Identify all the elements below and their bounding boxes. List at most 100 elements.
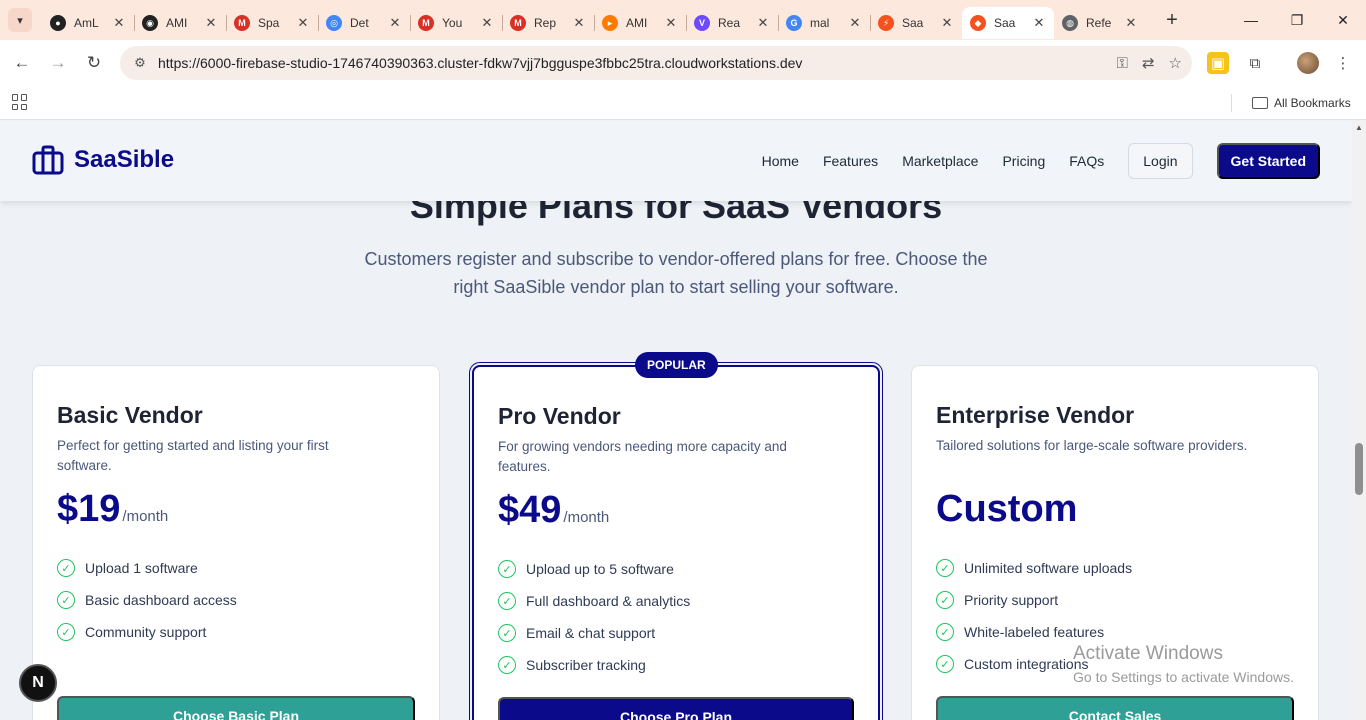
close-icon[interactable]: ✕ [112,15,126,31]
browser-tab[interactable]: ⚡ Saa ✕ [870,7,962,39]
extension-icon[interactable]: ▣ [1207,52,1229,74]
url-text[interactable]: https://6000-firebase-studio-17467403903… [158,55,802,71]
site-info-icon[interactable]: ⚙ [126,55,154,71]
check-circle-icon: ✓ [936,655,954,673]
tab-title: You [442,16,463,30]
google-icon: G [786,15,802,31]
scroll-thumb[interactable] [1355,443,1363,495]
omnibox-actions: ⚿ ⇄ ☆ [1117,46,1182,80]
browser-tab[interactable]: ● AmL ✕ [42,7,134,39]
check-circle-icon: ✓ [498,656,516,674]
nav-features[interactable]: Features [823,153,878,169]
reload-icon[interactable]: ↻ [80,49,108,77]
check-circle-icon: ✓ [936,559,954,577]
tab-title: mal [810,16,830,30]
nav-home[interactable]: Home [762,153,799,169]
gmail-icon: M [418,15,434,31]
feature-label: Email & chat support [526,625,656,641]
tab-title: Saa [994,16,1016,30]
tab-search-button[interactable]: ▾ [8,8,32,32]
menu-kebab-icon[interactable]: ⋮ [1332,52,1354,74]
extensions-puzzle-icon[interactable]: ⧉ [1244,52,1266,74]
nav-faqs[interactable]: FAQs [1069,153,1104,169]
check-circle-icon: ✓ [498,560,516,578]
plan-description: Tailored solutions for large-scale softw… [936,438,1248,453]
restore-icon[interactable]: ❐ [1274,0,1320,40]
nav-marketplace[interactable]: Marketplace [902,153,978,169]
check-circle-icon: ✓ [57,623,75,641]
watermark-subtitle: Go to Settings to activate Windows. [1073,669,1294,685]
list-item: ✓ Email & chat support [498,617,690,649]
plan-price: $49 [498,489,562,531]
feature-label: White-labeled features [964,624,1105,640]
tab-strip: ▾ ● AmL ✕ ◉ AMI ✕ M Spa ✕ ◎ Det ✕ M You ✕ M Rep ✕ ▸ A… [0,0,1366,40]
plan-price-row: Custom [936,488,1079,531]
nextjs-dev-indicator[interactable]: N [19,664,57,702]
feature-label: Priority support [964,592,1059,608]
close-icon[interactable]: ✕ [940,15,954,31]
browser-tab[interactable]: ◉ AMI ✕ [134,7,226,39]
apps-grid-icon[interactable] [12,94,28,110]
close-icon[interactable]: ✕ [572,15,586,31]
plan-period: /month [563,509,610,526]
scroll-up-icon[interactable]: ▲ [1355,123,1363,132]
close-window-icon[interactable]: ✕ [1320,0,1366,40]
close-icon[interactable]: ✕ [204,15,218,31]
address-bar[interactable]: ⚙ https://6000-firebase-studio-174674039… [120,46,1192,80]
feature-label: Basic dashboard access [85,592,237,608]
browser-toolbar: ← → ↻ ⚙ https://6000-firebase-studio-174… [0,40,1366,86]
back-icon[interactable]: ← [8,49,36,77]
page-scrollbar[interactable]: ▲ [1352,121,1366,720]
plan-price-row: $19 /month [57,488,168,531]
tab-title: Spa [258,16,280,30]
new-tab-button[interactable]: + [1158,6,1186,34]
contact-sales-button[interactable]: Contact Sales [936,696,1294,720]
check-circle-icon: ✓ [936,623,954,641]
tab-title: AMI [626,16,648,30]
close-icon[interactable]: ✕ [1032,15,1046,31]
login-button[interactable]: Login [1128,143,1193,179]
feature-label: Full dashboard & analytics [526,593,691,609]
browser-tab[interactable]: M You ✕ [410,7,502,39]
choose-pro-plan-button[interactable]: Choose Pro Plan [498,697,854,720]
translate-icon[interactable]: ⇄ [1142,54,1155,72]
all-bookmarks-button[interactable]: All Bookmarks [1252,92,1351,114]
browser-tab[interactable]: Gmal ✕ [778,7,870,39]
close-icon[interactable]: ✕ [756,15,770,31]
choose-basic-plan-button[interactable]: Choose Basic Plan [57,696,415,720]
close-icon[interactable]: ✕ [1124,15,1138,31]
browser-tab[interactable]: ▸ AMI ✕ [594,7,686,39]
browser-tab-active[interactable]: ◆ Saa ✕ [962,7,1054,39]
close-icon[interactable]: ✕ [388,15,402,31]
plan-price: Custom [936,488,1078,530]
feature-label: Custom integrations [964,656,1089,672]
plan-description: For growing vendors needing more capacit… [498,439,787,474]
gmail-icon: M [510,15,526,31]
minimize-icon[interactable]: — [1228,0,1274,40]
close-icon[interactable]: ✕ [664,15,678,31]
browser-tab[interactable]: ◍ Refe ✕ [1054,7,1146,39]
close-icon[interactable]: ✕ [848,15,862,31]
page-viewport: SaaSible Home Features Marketplace Prici… [0,121,1352,720]
get-started-button[interactable]: Get Started [1216,143,1320,179]
browser-tab[interactable]: V Rea ✕ [686,7,778,39]
firebase-icon: ⚡ [878,15,894,31]
browser-tab[interactable]: M Rep ✕ [502,7,594,39]
browser-tab[interactable]: M Spa ✕ [226,7,318,39]
bookmark-star-icon[interactable]: ☆ [1169,54,1182,72]
plan-title: Basic Vendor [57,402,203,428]
nav-pricing[interactable]: Pricing [1002,153,1045,169]
list-item: ✓ Full dashboard & analytics [498,585,690,617]
app-icon: V [694,15,710,31]
password-key-icon[interactable]: ⚿ [1117,55,1128,72]
brand-logo[interactable]: SaaSible [32,145,174,175]
profile-avatar[interactable] [1297,52,1319,74]
brand-name: SaaSible [74,146,175,173]
feature-label: Community support [85,624,207,640]
close-icon[interactable]: ✕ [480,15,494,31]
browser-tab[interactable]: ◎ Det ✕ [318,7,410,39]
feature-label: Unlimited software uploads [964,560,1133,576]
forward-icon[interactable]: → [44,49,72,77]
close-icon[interactable]: ✕ [296,15,310,31]
divider [1231,94,1232,112]
